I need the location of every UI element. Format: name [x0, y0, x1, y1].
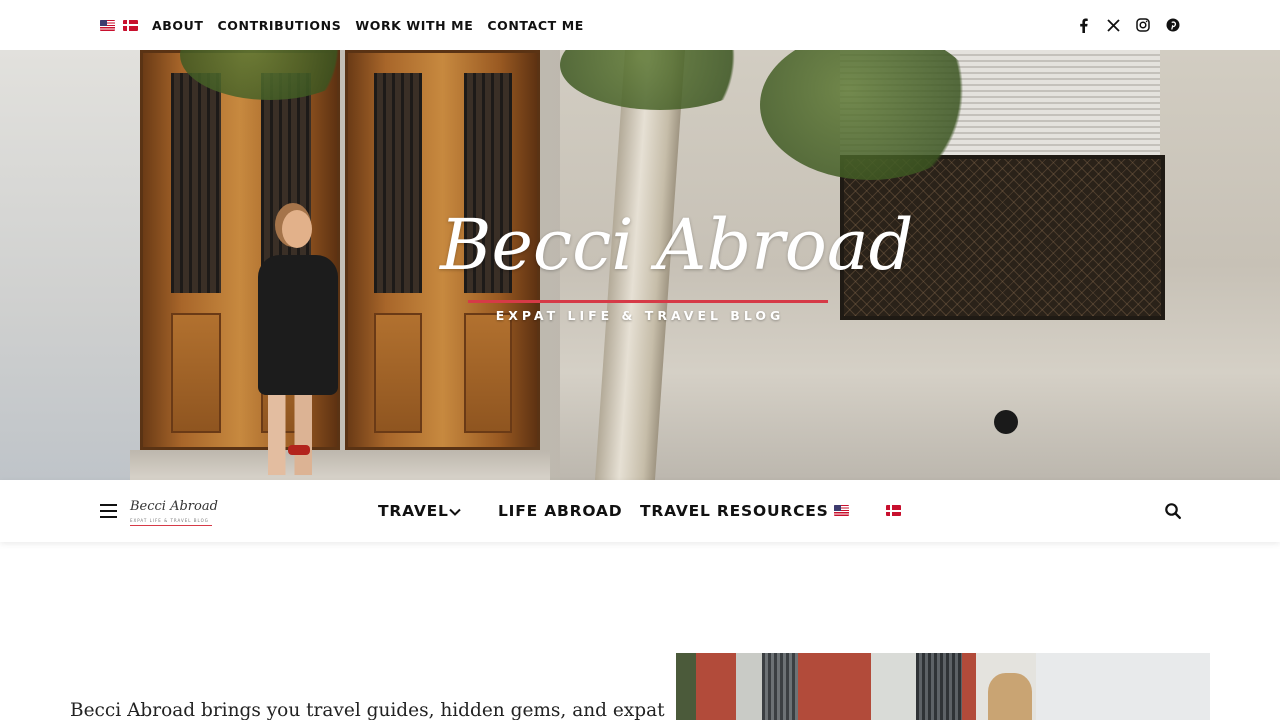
- top-bar: ABOUT CONTRIBUTIONS WORK WITH ME CONTACT…: [0, 0, 1280, 50]
- hero-wall-vent: [994, 410, 1018, 434]
- main-navigation: Becci Abroad EXPAT LIFE & TRAVEL BLOG TR…: [0, 480, 1280, 542]
- nav-item-travel[interactable]: TRAVEL: [378, 480, 449, 542]
- search-icon[interactable]: [1164, 502, 1182, 520]
- hero-person-shoes: [288, 445, 310, 455]
- pinterest-icon[interactable]: [1163, 0, 1183, 50]
- hero-banner: Becci Abroad EXPAT LIFE & TRAVEL BLOG: [0, 50, 1280, 480]
- hero-step: [130, 450, 550, 480]
- intro-text: Becci Abroad brings you travel guides, h…: [70, 700, 665, 720]
- site-logo-underline: [468, 300, 828, 303]
- us-flag-icon[interactable]: [834, 505, 849, 516]
- nav-item-life-abroad[interactable]: LIFE ABROAD: [498, 480, 622, 542]
- denmark-flag-icon[interactable]: [123, 19, 138, 31]
- top-link-contact-me[interactable]: CONTACT ME: [487, 18, 584, 33]
- nav-mini-logo[interactable]: Becci Abroad EXPAT LIFE & TRAVEL BLOG: [130, 494, 218, 526]
- hero-wall-left: [0, 50, 140, 480]
- top-link-work-with-me[interactable]: WORK WITH ME: [355, 18, 473, 33]
- nav-mini-logo-title: Becci Abroad: [130, 499, 218, 514]
- us-flag-icon[interactable]: [100, 19, 115, 31]
- hero-person: [258, 255, 338, 395]
- x-icon[interactable]: [1103, 0, 1123, 50]
- hero-person-head: [282, 210, 312, 248]
- hamburger-icon[interactable]: [100, 504, 117, 518]
- hero-person-legs: [268, 390, 312, 475]
- feature-image[interactable]: [676, 653, 1210, 720]
- site-logo-title: Becci Abroad: [440, 204, 914, 286]
- facebook-icon[interactable]: [1073, 0, 1093, 50]
- instagram-icon[interactable]: [1133, 0, 1153, 50]
- nav-item-travel-resources[interactable]: TRAVEL RESOURCES: [640, 480, 829, 542]
- top-navigation: ABOUT CONTRIBUTIONS WORK WITH ME CONTACT…: [100, 0, 598, 50]
- nav-mini-logo-tagline: EXPAT LIFE & TRAVEL BLOG: [130, 518, 209, 523]
- site-logo-tagline: EXPAT LIFE & TRAVEL BLOG: [495, 308, 785, 323]
- chevron-down-icon[interactable]: [448, 504, 462, 518]
- site-logo[interactable]: Becci Abroad EXPAT LIFE & TRAVEL BLOG: [440, 190, 914, 340]
- top-link-contributions[interactable]: CONTRIBUTIONS: [218, 18, 342, 33]
- denmark-flag-icon[interactable]: [886, 505, 901, 516]
- top-link-about[interactable]: ABOUT: [152, 18, 204, 33]
